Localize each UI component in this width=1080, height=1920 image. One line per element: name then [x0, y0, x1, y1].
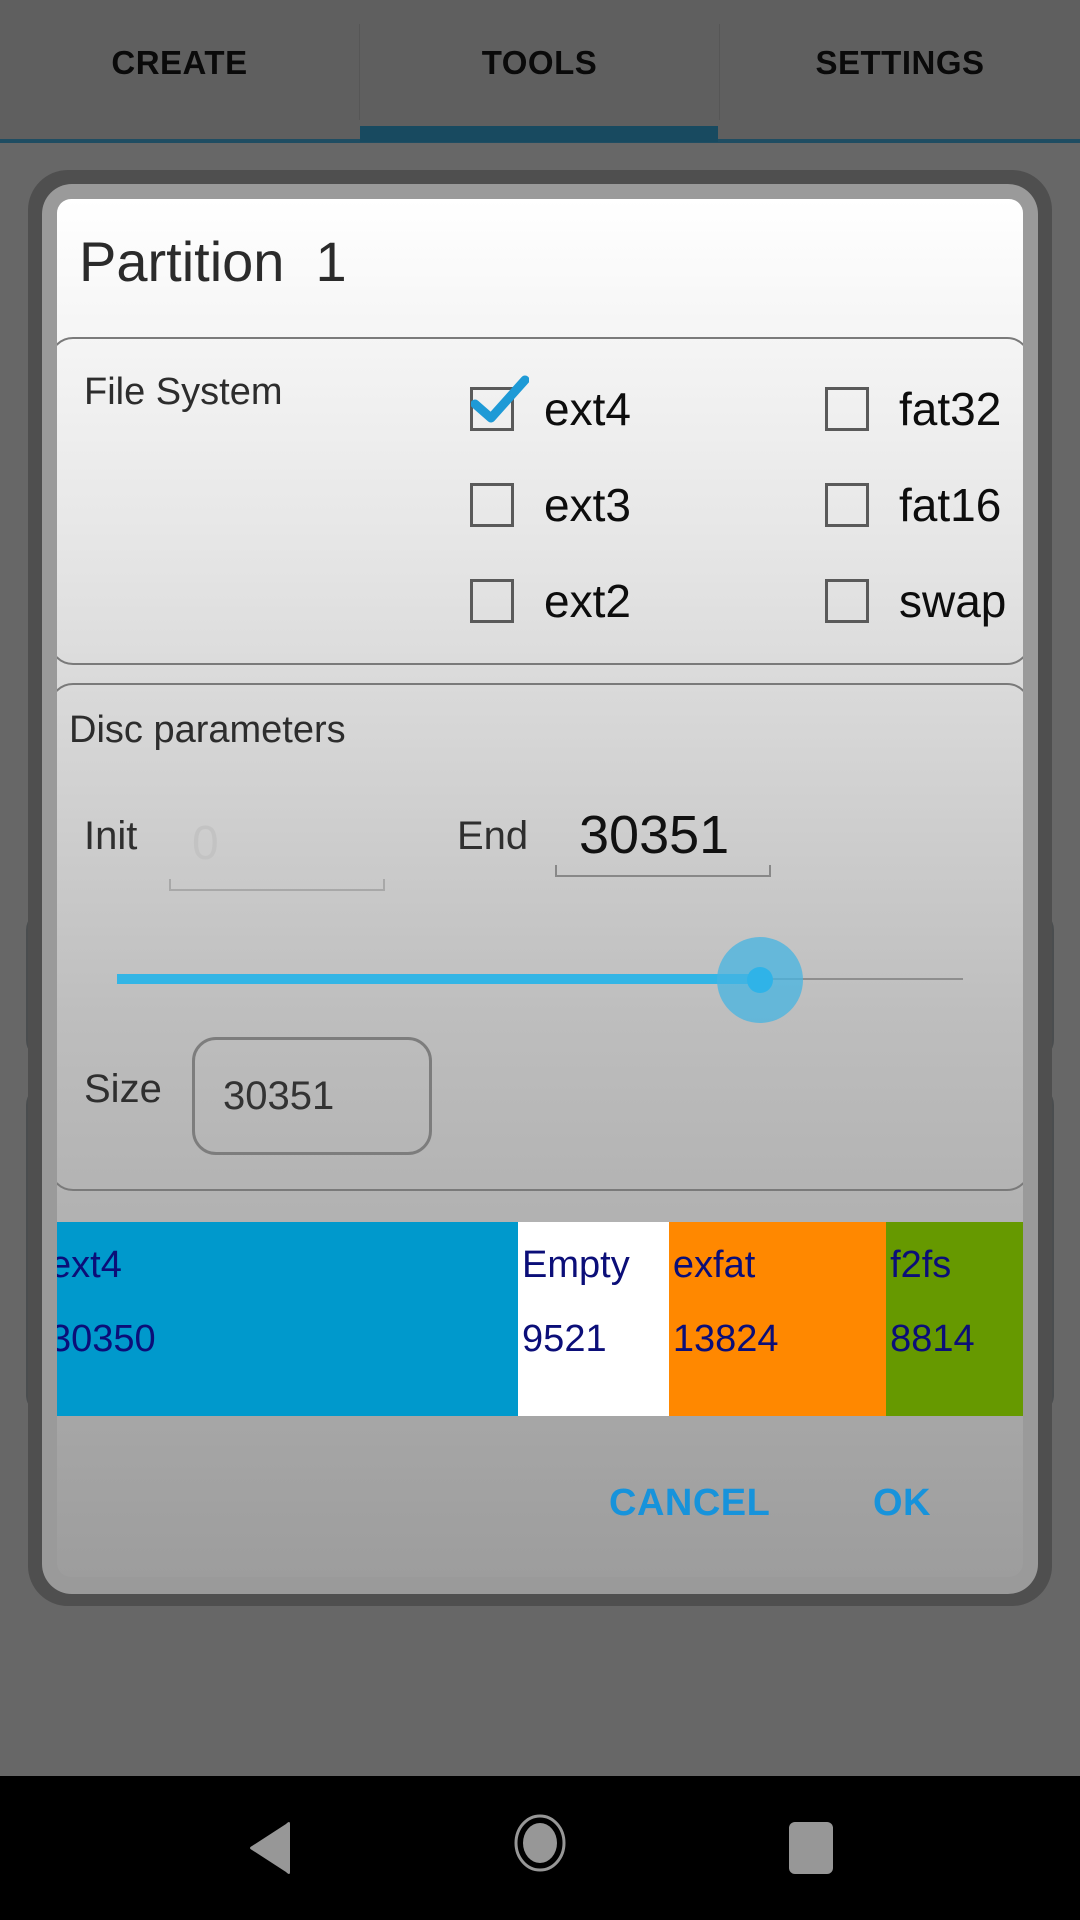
recents-icon[interactable] — [786, 1820, 836, 1876]
checkbox-fat16[interactable]: fat16 — [825, 478, 1001, 532]
checkbox-ext4[interactable]: ext4 — [470, 375, 631, 436]
init-input-underline — [169, 879, 385, 891]
cancel-button[interactable]: CANCEL — [609, 1482, 770, 1525]
tab-tools[interactable]: TOOLS — [360, 0, 719, 142]
system-navigation-bar — [0, 1776, 1080, 1920]
checkbox-box[interactable] — [470, 579, 514, 623]
init-label: Init — [84, 814, 138, 858]
tab-create[interactable]: CREATE — [0, 0, 359, 142]
checkbox-box[interactable] — [825, 579, 869, 623]
checkbox-ext2[interactable]: ext2 — [470, 574, 631, 628]
checkbox-box[interactable] — [470, 483, 514, 527]
end-label: End — [457, 814, 529, 858]
partition-segment-size: 13824 — [672, 1318, 779, 1360]
checkbox-label: ext4 — [544, 383, 631, 435]
partition-segment-f2fs[interactable]: f2fs 8814 — [886, 1222, 1023, 1416]
size-input[interactable]: 30351 — [192, 1037, 432, 1155]
home-icon[interactable] — [510, 1810, 570, 1876]
checkmark-icon — [471, 375, 529, 423]
slider-thumb[interactable] — [746, 967, 773, 993]
partition-segment-size: 9521 — [522, 1318, 607, 1360]
checkbox-label: fat16 — [899, 479, 1002, 531]
disc-parameters-label: Disc parameters — [69, 709, 346, 751]
partition-segment-size: 30350 — [57, 1318, 156, 1360]
checkbox-label: ext2 — [544, 575, 631, 627]
partition-segment-name: f2fs — [890, 1244, 952, 1286]
partition-segment-name: exfat — [672, 1244, 756, 1286]
partition-dialog: Partition 1 File System ext4 ext3 ext2 f… — [57, 199, 1023, 1577]
end-input[interactable]: 30351 — [579, 804, 729, 866]
checkbox-fat32[interactable]: fat32 — [825, 382, 1001, 436]
checkbox-swap[interactable]: swap — [825, 574, 1006, 628]
partition-map: ext4 30350 Empty 9521 exfat 13824 f2fs 8814 — [57, 1222, 1023, 1416]
ok-button[interactable]: OK — [873, 1482, 931, 1525]
checkbox-label: ext3 — [544, 479, 631, 531]
checkbox-box[interactable] — [470, 375, 529, 431]
init-input[interactable]: 0 — [192, 816, 219, 871]
back-icon[interactable] — [246, 1820, 294, 1876]
partition-segment-ext4[interactable]: ext4 30350 — [57, 1222, 519, 1416]
partition-segment-name: Empty — [522, 1244, 630, 1286]
checkbox-ext3[interactable]: ext3 — [470, 478, 631, 532]
partition-segment-exfat[interactable]: exfat 13824 — [668, 1222, 887, 1416]
checkbox-label: fat32 — [899, 383, 1002, 435]
file-system-label: File System — [84, 371, 283, 413]
partition-segment-size: 8814 — [890, 1318, 975, 1360]
checkbox-box[interactable] — [825, 387, 869, 431]
tab-bar: CREATE TOOLS SETTINGS — [0, 0, 1080, 143]
size-label: Size — [84, 1067, 162, 1111]
tab-selected-indicator — [360, 126, 718, 142]
partition-segment-name: ext4 — [57, 1244, 122, 1286]
checkbox-label: swap — [899, 575, 1007, 627]
tab-settings[interactable]: SETTINGS — [720, 0, 1080, 142]
dialog-title: Partition 1 — [79, 230, 347, 293]
checkbox-box[interactable] — [825, 483, 869, 527]
partition-segment-empty[interactable]: Empty 9521 — [518, 1222, 669, 1416]
end-input-underline — [555, 865, 771, 877]
partition-end-slider[interactable] — [117, 929, 963, 1029]
slider-fill — [117, 974, 760, 984]
